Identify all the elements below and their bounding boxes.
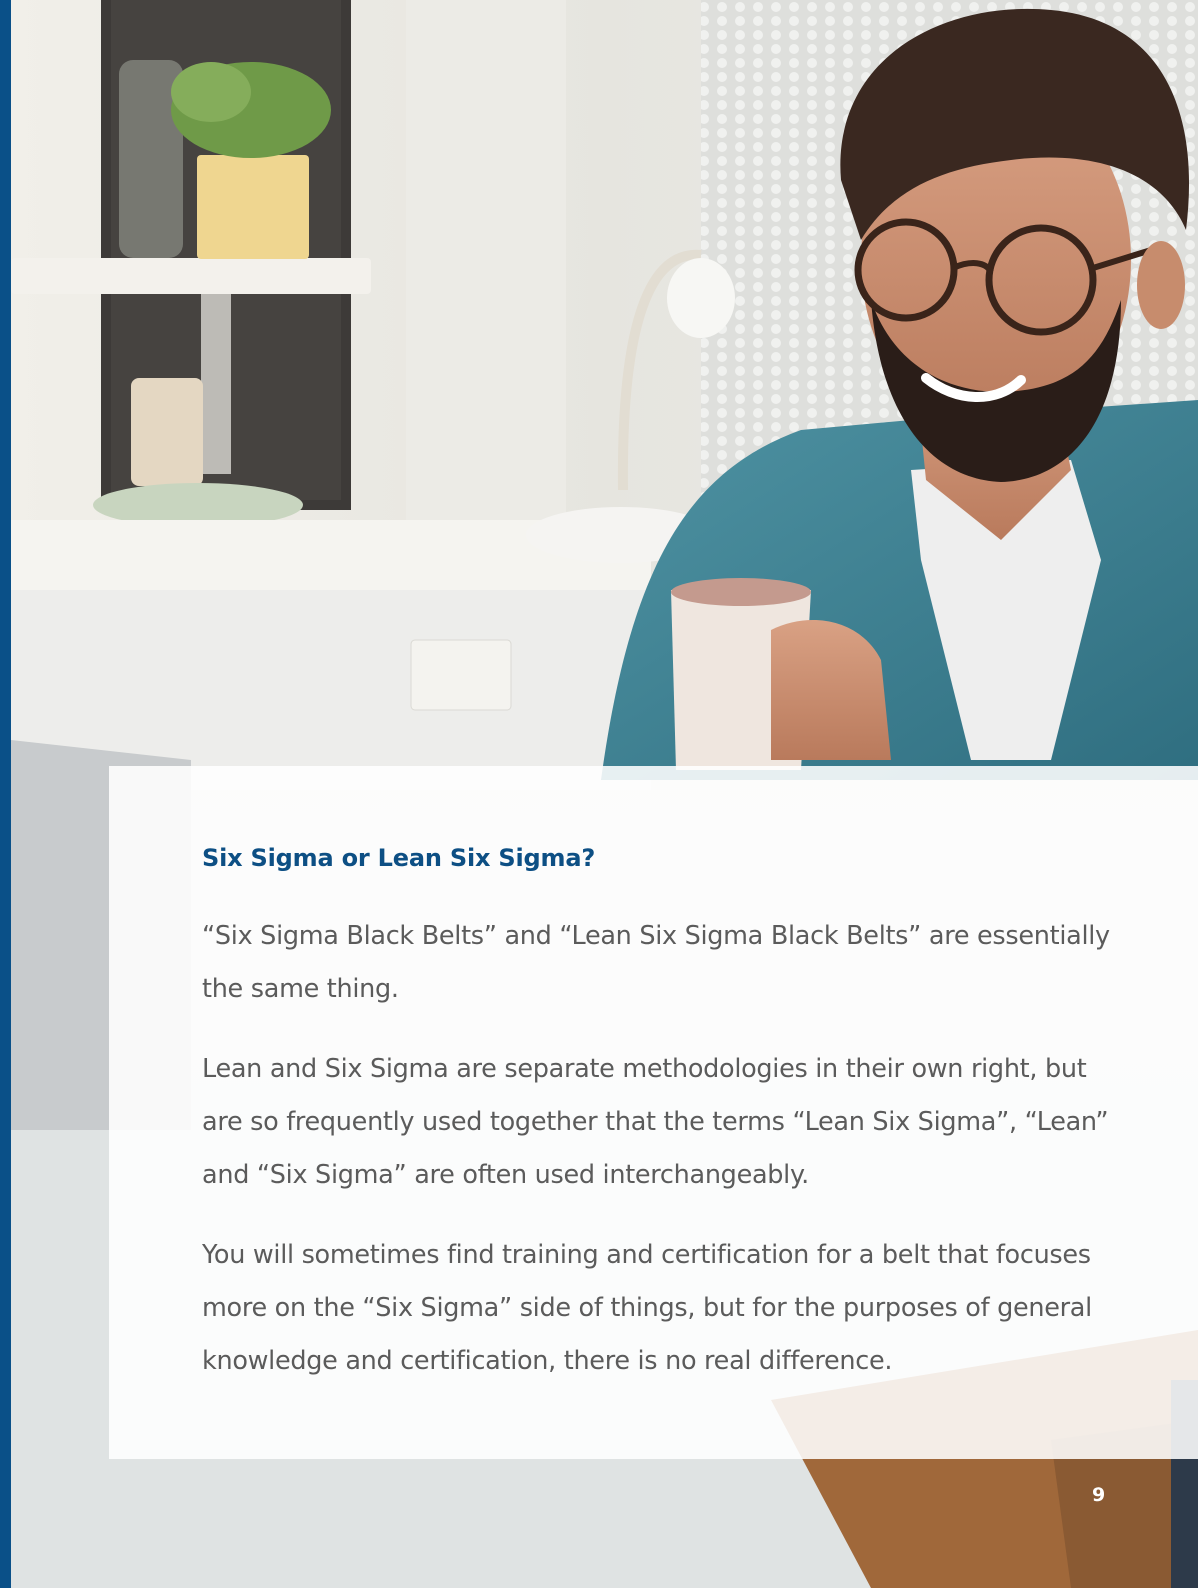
paragraph-3: You will sometimes find training and cer… — [202, 1240, 1092, 1376]
left-accent-stripe — [0, 0, 11, 1588]
page: Six Sigma or Lean Six Sigma? “Six Sigma … — [0, 0, 1198, 1588]
page-number: 9 — [1092, 1484, 1106, 1506]
paragraph-2: Lean and Six Sigma are separate methodol… — [202, 1054, 1109, 1190]
paragraph-1: “Six Sigma Black Belts” and “Lean Six Si… — [202, 921, 1110, 1004]
section-title: Six Sigma or Lean Six Sigma? — [202, 844, 596, 872]
section-body: “Six Sigma Black Belts” and “Lean Six Si… — [202, 910, 1122, 1415]
content-card: Six Sigma or Lean Six Sigma? “Six Sigma … — [109, 766, 1198, 1459]
